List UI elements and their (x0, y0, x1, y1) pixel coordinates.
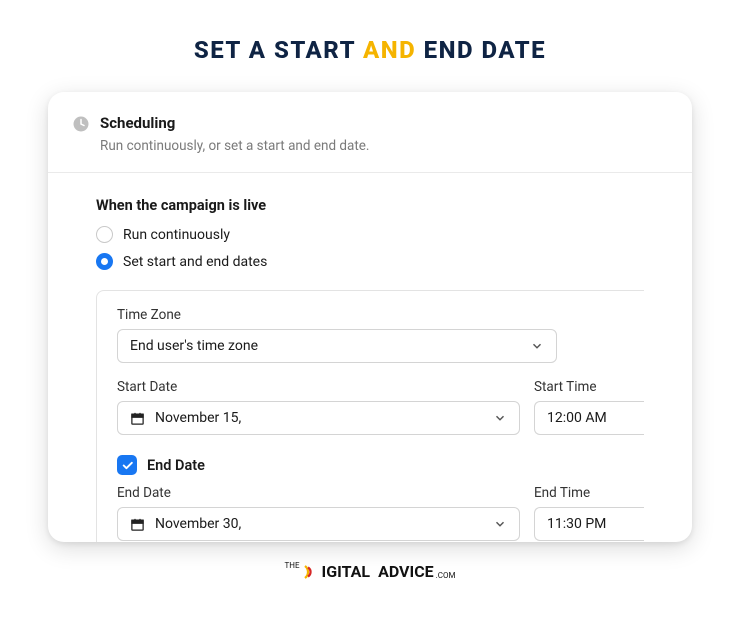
end-date-label: End Date (117, 485, 520, 501)
radio-label-dates: Set start and end dates (123, 254, 267, 270)
card-header: Scheduling Run continuously, or set a st… (48, 114, 692, 172)
radio-set-dates[interactable]: Set start and end dates (96, 253, 644, 270)
footer-logo: THE IGITAL ADVICE .COM (0, 562, 740, 581)
calendar-icon (130, 411, 145, 426)
timezone-select[interactable]: End user's time zone (117, 329, 557, 363)
radio-label-continuous: Run continuously (123, 227, 230, 243)
footer-com: .COM (436, 571, 456, 580)
card-subtitle: Run continuously, or set a start and end… (100, 138, 668, 154)
start-date-value: November 15, (155, 410, 483, 426)
start-date-select[interactable]: November 15, (117, 401, 520, 435)
start-date-label: Start Date (117, 379, 520, 395)
footer-brand2: ADVICE (378, 562, 434, 581)
live-label: When the campaign is live (96, 197, 644, 214)
scheduling-card: Scheduling Run continuously, or set a st… (48, 92, 692, 542)
page-heading: SET A START AND END DATE (0, 0, 740, 92)
start-time-input[interactable]: 12:00 AM (534, 401, 644, 435)
heading-part2: END DATE (416, 36, 546, 64)
chevron-down-icon (530, 339, 544, 353)
start-time-label: Start Time (534, 379, 644, 395)
heading-accent: AND (363, 36, 416, 64)
footer-brand1: IGITAL (322, 562, 371, 581)
end-date-checkbox-label: End Date (147, 457, 205, 474)
logo-mark-icon (302, 563, 320, 581)
calendar-icon (130, 517, 145, 532)
heading-part1: SET A START (194, 36, 363, 64)
date-fields-box: Time Zone End user's time zone Start Dat… (96, 290, 644, 542)
timezone-label: Time Zone (117, 307, 557, 323)
clock-icon (72, 115, 90, 133)
chevron-down-icon (493, 411, 507, 425)
end-time-value: 11:30 PM (547, 516, 606, 532)
divider (48, 172, 692, 173)
end-date-checkbox[interactable]: End Date (117, 455, 644, 475)
timezone-value: End user's time zone (130, 338, 530, 354)
live-section: When the campaign is live Run continuous… (48, 197, 692, 542)
start-time-value: 12:00 AM (547, 410, 607, 426)
end-time-label: End Time (534, 485, 644, 501)
card-title: Scheduling (100, 114, 668, 132)
radio-icon (96, 226, 113, 243)
end-date-value: November 30, (155, 516, 483, 532)
radio-icon-selected (96, 253, 113, 270)
chevron-down-icon (493, 517, 507, 531)
footer-the: THE (285, 561, 300, 570)
radio-run-continuously[interactable]: Run continuously (96, 226, 644, 243)
checkbox-checked-icon (117, 455, 137, 475)
end-date-select[interactable]: November 30, (117, 507, 520, 541)
end-time-input[interactable]: 11:30 PM (534, 507, 644, 541)
